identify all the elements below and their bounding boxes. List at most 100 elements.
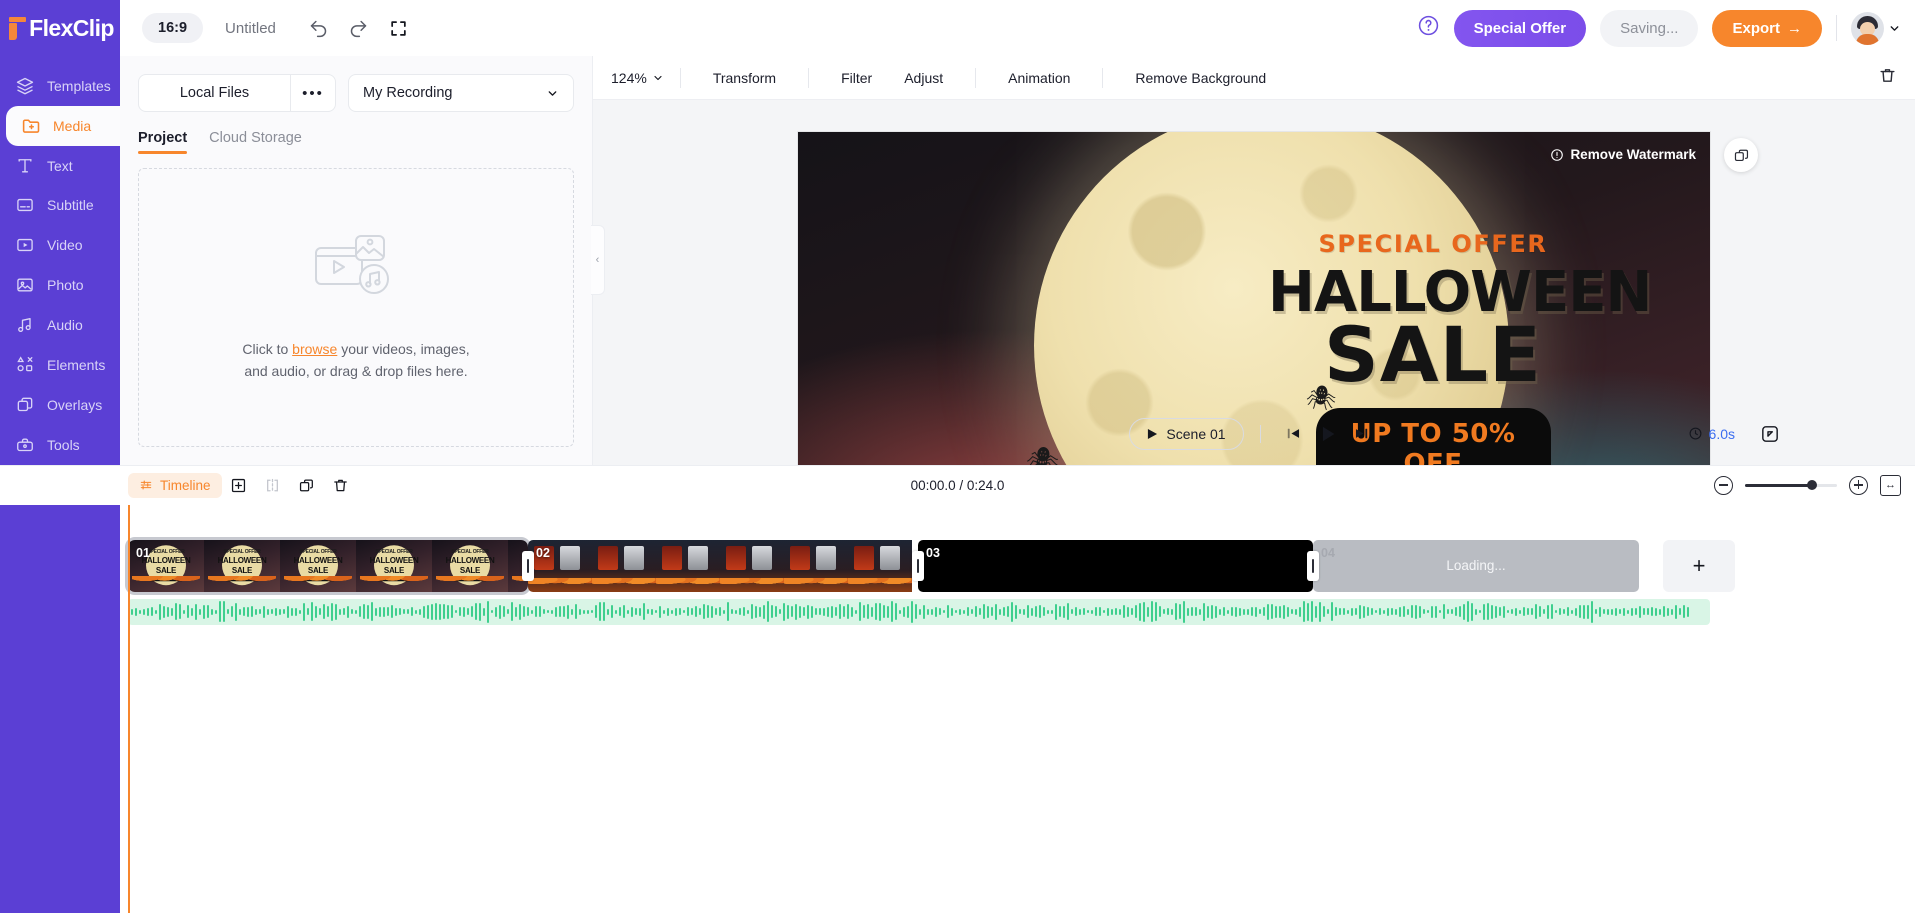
my-recording-select[interactable]: My Recording <box>348 74 574 112</box>
split-icon[interactable] <box>256 468 290 502</box>
play-icon <box>1148 428 1158 439</box>
media-placeholder-icon <box>315 235 389 295</box>
sidebar-label: Subtitle <box>47 197 94 214</box>
tab-project[interactable]: Project <box>138 130 188 154</box>
timeline-zoom-controls: ↔ <box>1714 474 1915 496</box>
chevron-down-icon <box>548 90 557 96</box>
add-clip-button[interactable]: + <box>1663 539 1735 592</box>
timeline-icon <box>140 480 152 490</box>
sidebar-label: Video <box>47 237 83 254</box>
copy-icon[interactable] <box>290 468 324 502</box>
timeline-zoom-slider[interactable] <box>1745 480 1837 490</box>
timeline-label: Timeline <box>160 477 211 493</box>
toolbar-filter[interactable]: Filter <box>825 70 888 86</box>
scene-duration-value: 6.0s <box>1708 425 1735 442</box>
toolbar-animation[interactable]: Animation <box>992 70 1086 86</box>
help-circle-icon[interactable] <box>1417 14 1440 42</box>
audio-track[interactable] <box>128 598 1710 625</box>
clock-icon <box>1689 427 1701 440</box>
scene-selector[interactable]: Scene 01 <box>1129 417 1244 450</box>
trash-icon[interactable] <box>1874 62 1901 94</box>
browse-link[interactable]: browse <box>292 341 337 357</box>
chevron-down-icon[interactable] <box>1888 22 1901 35</box>
canvas-zoom-select[interactable]: 124% <box>611 70 664 86</box>
toolbar-transform[interactable]: Transform <box>697 70 792 86</box>
chevron-down-icon <box>654 75 662 80</box>
clip-number: 02 <box>536 545 550 560</box>
timeline-mode-button[interactable]: Timeline <box>128 472 222 498</box>
sidebar-item-video[interactable]: Video <box>0 225 120 265</box>
fullscreen-icon[interactable] <box>1755 419 1785 449</box>
sidebar-item-photo[interactable]: Photo <box>0 265 120 305</box>
sidebar-item-overlays[interactable]: Overlays <box>0 385 120 425</box>
clip-number: 01 <box>136 545 150 560</box>
brand-logo[interactable]: FlexClip <box>0 0 120 56</box>
sidebar-item-templates[interactable]: Templates <box>0 66 120 106</box>
skip-forward-icon[interactable] <box>1345 417 1379 451</box>
trash-icon[interactable] <box>324 468 358 502</box>
sidebar-item-elements[interactable]: Elements <box>0 345 120 385</box>
media-panel-tabs: Project Cloud Storage <box>120 112 592 154</box>
chevron-left-icon[interactable]: ‹ <box>591 225 605 296</box>
clip-trim-handle[interactable] <box>522 550 534 581</box>
export-label: Export <box>1732 19 1780 37</box>
sidebar-item-text[interactable]: Text <box>0 146 120 186</box>
top-bar: FlexClip 16:9 Untitled Special Offer Sav… <box>0 0 1915 56</box>
toolbar-adjust[interactable]: Adjust <box>888 70 959 86</box>
zoom-in-icon[interactable] <box>1849 475 1868 495</box>
flexclip-mark-icon <box>6 16 27 40</box>
more-options-icon[interactable]: ••• <box>291 75 335 111</box>
text-icon <box>14 155 36 177</box>
sidebar-label: Tools <box>47 436 80 453</box>
timeline-clip-02[interactable]: 02 <box>528 539 918 592</box>
export-button[interactable]: Export → <box>1712 9 1822 47</box>
poster-subheadline: SALE <box>1324 310 1542 399</box>
timeline-left-rail <box>0 504 120 913</box>
sidebar-label: Templates <box>47 77 111 94</box>
saving-status-button: Saving... <box>1600 9 1699 47</box>
media-dropzone[interactable]: Click to browse your videos, images, and… <box>138 168 574 447</box>
expand-icon[interactable] <box>382 11 416 45</box>
user-menu[interactable] <box>1851 11 1901 45</box>
play-icon[interactable] <box>1311 417 1345 451</box>
undo-icon[interactable] <box>302 11 336 45</box>
photo-icon <box>14 274 36 296</box>
layers-icon <box>14 75 36 97</box>
aspect-ratio-button[interactable]: 16:9 <box>142 13 204 43</box>
add-box-icon[interactable] <box>222 468 256 502</box>
fit-width-icon[interactable]: ↔ <box>1880 474 1901 496</box>
canvas-zoom-value: 124% <box>611 69 647 86</box>
remove-watermark-label: Remove Watermark <box>1570 147 1696 162</box>
remove-watermark-button[interactable]: Remove Watermark <box>1550 147 1696 162</box>
skip-back-icon[interactable] <box>1277 417 1311 451</box>
tab-cloud-storage[interactable]: Cloud Storage <box>209 130 302 154</box>
music-note-icon <box>14 314 36 336</box>
scene-duration[interactable]: 6.0s <box>1688 426 1735 442</box>
special-offer-button[interactable]: Special Offer <box>1453 9 1587 47</box>
timeline-tracks[interactable]: SPECIAL OFFERHALLOWEENSALEUP TO 50% OFF … <box>120 504 1915 913</box>
flexclip-editor: FlexClip 16:9 Untitled Special Offer Sav… <box>0 0 1915 913</box>
clip-trim-handle[interactable] <box>912 550 924 581</box>
timeline-clip-01[interactable]: SPECIAL OFFERHALLOWEENSALEUP TO 50% OFF … <box>125 536 531 595</box>
sidebar-item-media[interactable]: Media <box>6 105 120 146</box>
slider-knob[interactable] <box>1807 480 1817 490</box>
project-title[interactable]: Untitled <box>225 20 276 37</box>
redo-icon[interactable] <box>342 11 376 45</box>
toolbar-remove-background[interactable]: Remove Background <box>1119 70 1282 86</box>
sidebar-item-audio[interactable]: Audio <box>0 305 120 345</box>
local-files-button[interactable]: Local Files <box>139 75 290 111</box>
edit-toolbar: 124% Transform Filter Adjust Animation R… <box>593 56 1915 100</box>
sidebar-item-tools[interactable]: Tools <box>0 425 120 465</box>
sidebar-item-subtitle[interactable]: Subtitle <box>0 186 120 226</box>
history-controls <box>302 11 416 45</box>
clip-trim-handle[interactable] <box>1307 550 1319 581</box>
timeline-clip-04[interactable]: 04 Loading... <box>1313 539 1639 592</box>
sidebar-label: Text <box>47 157 73 174</box>
sidebar-label: Elements <box>47 356 106 373</box>
playhead[interactable] <box>128 504 130 913</box>
duplicate-icon[interactable] <box>1724 138 1758 172</box>
media-panel: Local Files ••• My Recording Project Clo… <box>120 56 605 465</box>
clip-loading-label: Loading... <box>1446 558 1506 573</box>
zoom-out-icon[interactable] <box>1714 475 1733 495</box>
timeline-clip-03[interactable]: 03 <box>918 539 1313 592</box>
